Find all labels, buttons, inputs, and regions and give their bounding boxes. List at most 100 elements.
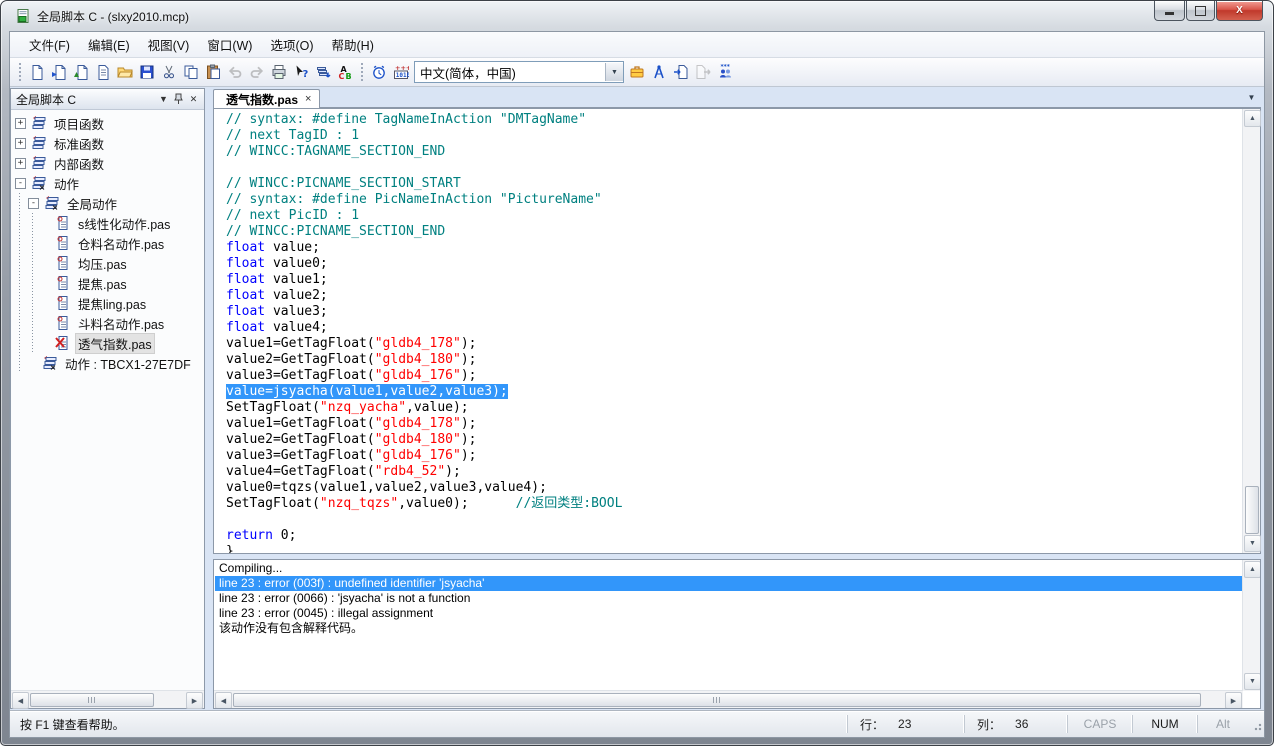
scroll-left-icon[interactable]: ◀	[215, 692, 232, 709]
title-bar[interactable]: 全局脚本 C - (slxy2010.mcp) X	[1, 1, 1273, 31]
new-file-icon	[29, 64, 45, 80]
resize-grip[interactable]	[1248, 715, 1264, 733]
scrollbar-thumb[interactable]	[233, 693, 1201, 707]
status-column-indicator: 列： 36	[964, 715, 1067, 733]
menu-help[interactable]: 帮助(H)	[323, 31, 383, 58]
paste-button[interactable]	[202, 61, 224, 83]
menu-window[interactable]: 窗口(W)	[198, 31, 261, 58]
scroll-right-icon[interactable]: ▶	[1225, 692, 1242, 709]
scroll-up-icon[interactable]: ▲	[1244, 110, 1261, 127]
scroll-up-icon[interactable]: ▲	[1244, 561, 1261, 578]
tab-list-dropdown-icon[interactable]: ▼	[1244, 90, 1259, 104]
toolbar-grip[interactable]	[18, 63, 22, 81]
language-combo[interactable]: 中文(简体，中国) ▼	[414, 61, 624, 83]
menu-bar: 文件(F) 编辑(E) 视图(V) 窗口(W) 选项(O) 帮助(H)	[10, 32, 1264, 58]
tree-item-pas-file[interactable]: 斗料名动作.pas	[41, 313, 204, 333]
menu-view[interactable]: 视图(V)	[139, 31, 199, 58]
collapse-icon[interactable]: -	[28, 198, 39, 209]
compile-button[interactable]	[312, 61, 334, 83]
tree-item-global-actions[interactable]: - 全局动作	[28, 193, 204, 213]
new-file-button[interactable]	[26, 61, 48, 83]
cut-button[interactable]	[158, 61, 180, 83]
menu-file[interactable]: 文件(F)	[20, 31, 79, 58]
close-button[interactable]: X	[1216, 1, 1263, 21]
toolbar: ? ACB +++1010 中文(简体，中国) ▼ ***	[10, 58, 1264, 87]
tree-item-pas-file[interactable]: 提焦ling.pas	[41, 293, 204, 313]
editor-vertical-scrollbar[interactable]: ▲ ▼	[1242, 109, 1260, 553]
chevron-down-icon: ▼	[159, 94, 168, 104]
function-group-icon	[30, 115, 47, 131]
code-line: // WINCC:PICNAME_SECTION_END	[226, 224, 1242, 240]
tree-item-internal-functions[interactable]: + 内部函数	[15, 153, 204, 173]
tab-close-icon[interactable]: ×	[305, 93, 311, 105]
clock-button[interactable]	[368, 61, 390, 83]
expand-icon[interactable]: +	[15, 118, 26, 129]
redo-button[interactable]	[246, 61, 268, 83]
scroll-right-icon[interactable]: ▶	[186, 692, 203, 709]
toolbox-icon	[629, 64, 645, 80]
pane-close-button[interactable]: ✕	[186, 92, 201, 107]
tree-item-standard-functions[interactable]: + 标准函数	[15, 133, 204, 153]
tree-horizontal-scrollbar[interactable]: ◀ ▶	[11, 690, 204, 708]
output-vertical-scrollbar[interactable]: ▲ ▼	[1242, 560, 1260, 691]
tree-item-action-instance[interactable]: 动作 : TBCX1-27E7DF	[28, 353, 204, 373]
compass-icon	[651, 64, 667, 80]
tree-item-project-functions[interactable]: + 项目函数	[15, 113, 204, 133]
collapse-icon[interactable]: -	[15, 178, 26, 189]
expand-icon[interactable]: +	[15, 158, 26, 169]
new-action-button[interactable]	[48, 61, 70, 83]
print-button[interactable]	[268, 61, 290, 83]
document-button[interactable]	[92, 61, 114, 83]
compile-icon	[315, 64, 331, 80]
document-area: 透气指数.pas × ▼ // syntax: #define TagNameI…	[205, 87, 1264, 710]
menu-options[interactable]: 选项(O)	[261, 31, 322, 58]
ab-check-button[interactable]: ACB	[334, 61, 356, 83]
help-pointer-button[interactable]: ?	[290, 61, 312, 83]
menu-edit[interactable]: 编辑(E)	[79, 31, 139, 58]
output-line[interactable]: 该动作没有包含解释代码。	[215, 621, 1242, 636]
pane-menu-dropdown[interactable]: ▼	[156, 92, 171, 107]
code-line: float value1;	[226, 272, 1242, 288]
scroll-down-icon[interactable]: ▼	[1244, 535, 1261, 552]
toolbar-grip[interactable]	[360, 63, 364, 81]
open-folder-button[interactable]	[114, 61, 136, 83]
binary-counter-button[interactable]: +++1010	[390, 61, 412, 83]
tree-item-pas-file-selected[interactable]: 透气指数.pas	[41, 333, 204, 353]
save-button[interactable]	[136, 61, 158, 83]
output-line[interactable]: Compiling...	[215, 561, 1242, 576]
output-line[interactable]: line 23 : error (0066) : 'jsyacha' is no…	[215, 591, 1242, 606]
scroll-down-icon[interactable]: ▼	[1244, 673, 1261, 690]
tree-item-pas-file[interactable]: 仓料名动作.pas	[41, 233, 204, 253]
import-button[interactable]	[670, 61, 692, 83]
output-line[interactable]: line 23 : error (0045) : illegal assignm…	[215, 606, 1242, 621]
scrollbar-thumb[interactable]	[1245, 486, 1259, 534]
output-horizontal-scrollbar[interactable]: ◀ ▶	[214, 690, 1243, 708]
undo-button[interactable]	[224, 61, 246, 83]
toolbox-button[interactable]	[626, 61, 648, 83]
copy-button[interactable]	[180, 61, 202, 83]
compass-button[interactable]	[648, 61, 670, 83]
scroll-left-icon[interactable]: ◀	[12, 692, 29, 709]
users-button[interactable]: ***	[714, 61, 736, 83]
restore-button[interactable]	[1186, 1, 1215, 21]
output-line-selected[interactable]: line 23 : error (003f) : undefined ident…	[215, 576, 1242, 591]
tab-touqizhishu[interactable]: 透气指数.pas ×	[213, 89, 320, 108]
code-line	[226, 512, 1242, 528]
tree-item-pas-file[interactable]: s线性化动作.pas	[41, 213, 204, 233]
binary-counter-icon: +++1010	[393, 64, 409, 80]
chevron-down-icon[interactable]: ▼	[605, 63, 623, 81]
code-line: float value;	[226, 240, 1242, 256]
open-action-button[interactable]	[70, 61, 92, 83]
copy-icon	[183, 64, 199, 80]
code-area[interactable]: // syntax: #define TagNameInAction "DMTa…	[214, 109, 1242, 553]
scrollbar-thumb[interactable]	[30, 693, 154, 707]
tree-item-actions[interactable]: - 动作	[15, 173, 204, 193]
expand-icon[interactable]: +	[15, 138, 26, 149]
export-button[interactable]	[692, 61, 714, 83]
tree-item-pas-file[interactable]: 提焦.pas	[41, 273, 204, 293]
pane-pin-button[interactable]	[171, 92, 186, 107]
code-line	[226, 160, 1242, 176]
minimize-button[interactable]	[1154, 1, 1185, 21]
tree-item-pas-file[interactable]: 均压.pas	[41, 253, 204, 273]
code-line: // next PicID : 1	[226, 208, 1242, 224]
